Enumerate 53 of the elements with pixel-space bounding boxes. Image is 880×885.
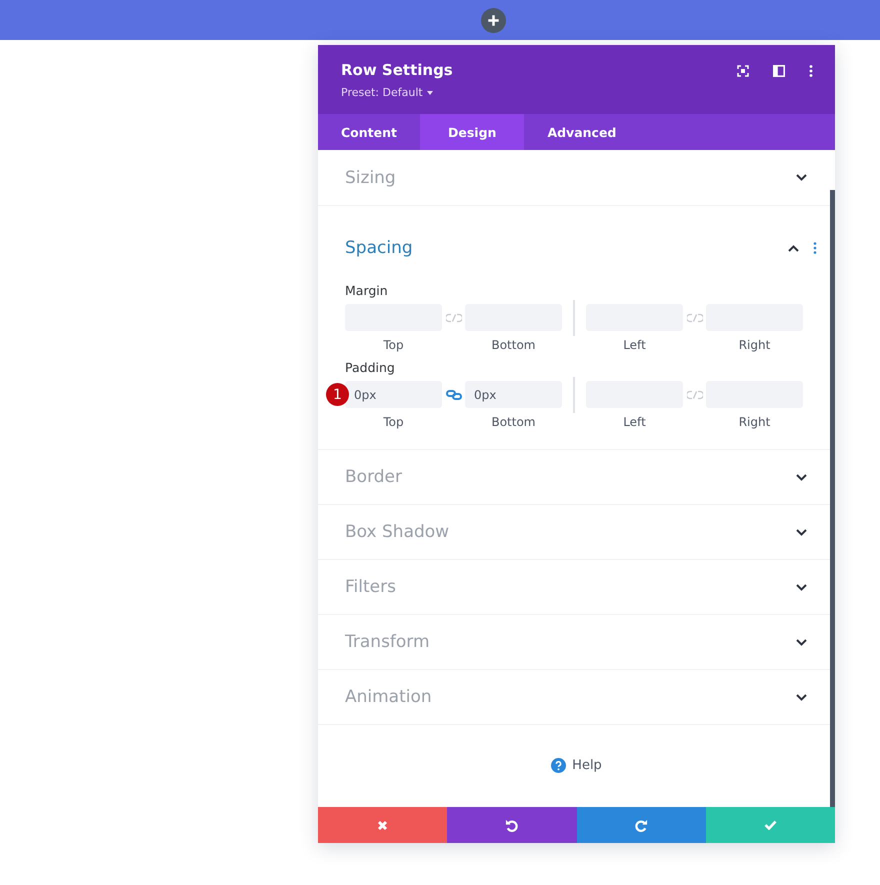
chevron-icon[interactable] [788, 244, 799, 252]
section-title[interactable]: Border [345, 467, 402, 487]
tab[interactable]: Design [420, 114, 524, 150]
option-label: Padding [345, 360, 396, 375]
chevron-icon[interactable] [796, 174, 807, 181]
section-title[interactable]: Filters [345, 577, 396, 597]
field-label: Right [738, 415, 770, 429]
caret-icon [426, 90, 433, 94]
chevron-icon[interactable] [796, 638, 807, 646]
scrollbar[interactable] [830, 190, 835, 807]
unlink-icon[interactable] [687, 313, 703, 323]
section-title[interactable]: Spacing [345, 238, 413, 258]
section-title[interactable]: Animation [345, 687, 432, 707]
help-icon [551, 758, 566, 772]
section-title[interactable]: Box Shadow [345, 522, 450, 542]
redo-icon [634, 818, 648, 832]
section-title[interactable]: Transform [345, 632, 430, 652]
check-icon [764, 820, 777, 830]
panel-title: Row Settings [341, 61, 453, 79]
tab[interactable]: Advanced [524, 114, 640, 150]
input-field[interactable]: 0px [465, 381, 562, 408]
chevron-icon[interactable] [796, 694, 807, 700]
step-badge: 1 [326, 383, 349, 406]
input-field[interactable]: 0px [345, 381, 442, 408]
unlink-icon[interactable] [687, 390, 703, 400]
chevron-icon[interactable] [796, 474, 807, 480]
add-icon[interactable] [480, 8, 506, 32]
save-button[interactable] [706, 807, 835, 843]
field-label: Top [383, 338, 404, 352]
section-title[interactable]: Sizing [345, 168, 396, 188]
field-label: Left [623, 338, 646, 352]
chevron-icon[interactable] [796, 528, 807, 536]
sidebar-layout-icon[interactable] [773, 65, 785, 77]
link-icon[interactable] [446, 390, 462, 400]
redo-button[interactable] [576, 807, 706, 843]
undo-icon [505, 818, 518, 832]
field-label: Right [738, 338, 770, 352]
discard-button[interactable] [318, 807, 448, 843]
undo-button[interactable] [447, 807, 576, 843]
help-link[interactable]: Help [551, 758, 602, 772]
chevron-icon[interactable] [796, 584, 807, 590]
more-options-icon[interactable] [813, 242, 817, 254]
field-label: Bottom [491, 415, 536, 429]
tab[interactable]: Content [318, 114, 420, 150]
unlink-icon[interactable] [446, 313, 462, 323]
field-label: Bottom [491, 338, 536, 352]
more-options-icon[interactable] [809, 65, 813, 77]
option-label: Margin [345, 283, 389, 298]
fullscreen-icon[interactable] [737, 65, 749, 77]
field-label: Top [383, 415, 404, 429]
field-label: Left [623, 415, 646, 429]
close-icon [377, 820, 388, 830]
preset-dropdown[interactable]: Preset: Default [341, 86, 453, 99]
